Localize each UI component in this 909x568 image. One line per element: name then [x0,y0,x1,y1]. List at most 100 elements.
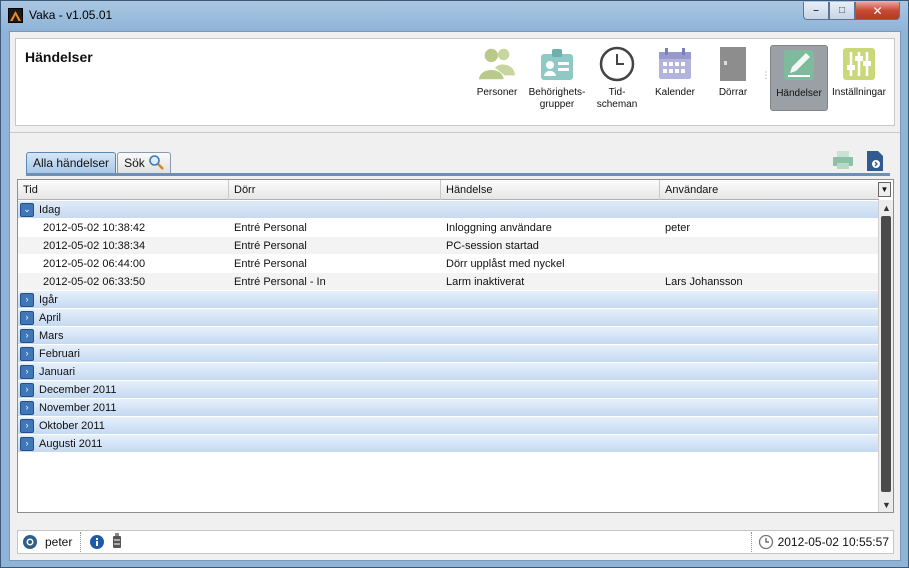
toolbar-persons-button[interactable]: Personer [468,45,526,113]
column-header-anvandare[interactable]: Användare [660,180,879,200]
collapse-icon[interactable]: ⌄ [20,202,34,217]
badge-icon [538,45,576,83]
toolbar-settings-button[interactable]: Inställningar [828,45,890,113]
persons-icon [478,45,516,83]
search-icon [148,154,164,173]
status-clock: 2012-05-02 10:55:57 [750,532,889,552]
group-row[interactable]: › Augusti 2011 [18,435,879,453]
cell-anvandare: Lars Johansson [665,275,743,288]
status-username: peter [45,535,73,549]
group-label: November 2011 [39,401,117,414]
cell-handelse: Inloggning användare [446,221,552,234]
events-edit-icon [780,46,818,84]
vertical-scrollbar[interactable]: ▲ ▼ [878,200,893,512]
toolbar-schedules-button[interactable]: Tid- scheman [588,45,646,113]
expand-icon[interactable]: › [20,328,34,343]
group-label: Februari [39,347,80,360]
app-logo-icon [8,8,23,23]
grid-header: Tid Dörr Händelse Användare [18,180,879,200]
column-chooser-icon: ▼ [880,185,889,194]
status-icons [81,533,123,551]
calendar-icon [656,45,694,83]
window-title: Vaka - v1.05.01 [29,8,113,22]
group-row[interactable]: › Oktober 2011 [18,417,879,435]
expand-icon[interactable]: › [20,310,34,325]
group-row[interactable]: › Mars [18,327,879,345]
export-icon[interactable] [866,150,884,175]
toolbar-access-groups-button[interactable]: Behörighets- grupper [526,45,588,113]
tab-all-events[interactable]: Alla händelser [26,152,117,173]
toolbar-label: Personer [476,87,518,98]
cell-anvandare: peter [665,221,691,234]
group-row[interactable]: › Igår [18,291,879,309]
table-row[interactable]: 2012-05-02 06:44:00 Entré Personal Dörr … [18,255,879,273]
group-row[interactable]: › November 2011 [18,399,879,417]
cell-tid: 2012-05-02 10:38:34 [43,239,146,252]
group-label: Igår [39,293,58,306]
tab-label: Alla händelser [33,156,110,170]
toolbar-doors-button[interactable]: Dörrar [704,45,762,113]
title-bar[interactable]: Vaka - v1.05.01 – □ ✕ [1,1,908,29]
print-icon[interactable] [832,150,854,175]
tab-strip: Alla händelser Sök [26,152,172,173]
toolbar-events-button[interactable]: Händelser [770,45,828,111]
sliders-icon [840,45,878,83]
column-header-dorr[interactable]: Dörr [229,180,441,200]
door-icon [714,45,752,83]
expand-icon[interactable]: › [20,346,34,361]
group-row[interactable]: › Februari [18,345,879,363]
group-label: December 2011 [39,383,117,396]
expand-icon[interactable]: › [20,382,34,397]
cell-dorr: Entré Personal [234,221,307,234]
close-icon: ✕ [872,3,883,18]
expand-icon[interactable]: › [20,418,34,433]
table-row[interactable]: 2012-05-02 10:38:34 Entré Personal PC-se… [18,237,879,255]
app-window: Vaka - v1.05.01 – □ ✕ Händelser Personer [0,0,909,568]
table-row[interactable]: 2012-05-02 10:38:42 Entré Personal Inlog… [18,219,879,237]
cell-handelse: Larm inaktiverat [446,275,525,288]
cell-dorr: Entré Personal [234,257,307,270]
expand-icon[interactable]: › [20,436,34,451]
scroll-down-icon[interactable]: ▼ [879,497,894,512]
cell-tid: 2012-05-02 10:38:42 [43,221,146,234]
tab-search[interactable]: Sök [117,152,171,173]
expand-icon[interactable]: › [20,400,34,415]
maximize-button[interactable]: □ [829,2,855,20]
column-header-handelse[interactable]: Händelse [441,180,660,200]
tab-label: Sök [124,156,145,170]
scrollbar-thumb[interactable] [881,216,891,492]
expand-icon[interactable]: › [20,364,34,379]
column-header-tid[interactable]: Tid [18,180,229,200]
column-chooser-button[interactable]: ▼ [878,182,891,197]
group-label: April [39,311,62,324]
cell-tid: 2012-05-02 06:44:00 [43,257,146,270]
toolbar-calendar-button[interactable]: Kalender [646,45,704,113]
main-toolbar: Personer Behörighets- grupper Tid- schem… [468,45,890,113]
scroll-up-icon[interactable]: ▲ [879,200,894,215]
usb-device-icon[interactable] [111,533,123,551]
info-icon[interactable] [89,534,105,550]
group-label: Augusti 2011 [39,437,103,450]
page-title: Händelser [25,49,93,65]
events-grid: Tid Dörr Händelse Användare ▼ ⌄ Idag 201… [17,179,894,513]
client-area: Händelser Personer Behörighets- grupper [9,31,901,561]
expand-icon[interactable]: › [20,292,34,307]
tab-underline [26,173,890,176]
group-label: Januari [39,365,76,378]
close-button[interactable]: ✕ [855,2,900,20]
group-label: Idag [39,203,61,216]
minimize-button[interactable]: – [803,2,829,20]
toolbar-label: Behörighets- grupper [528,87,586,110]
cell-dorr: Entré Personal - In [234,275,326,288]
group-row[interactable]: › December 2011 [18,381,879,399]
group-row-today[interactable]: ⌄ Idag [18,201,879,219]
header-panel: Händelser Personer Behörighets- grupper [15,38,895,126]
toolbar-label: Inställningar [832,87,886,98]
group-label: Oktober 2011 [39,419,105,432]
group-row[interactable]: › April [18,309,879,327]
toolbar-separator: ⋮ [761,69,771,80]
group-row[interactable]: › Januari [18,363,879,381]
table-row[interactable]: 2012-05-02 06:33:50 Entré Personal - In … [18,273,879,291]
toolbar-label: Händelser [776,88,822,99]
divider [10,132,900,133]
